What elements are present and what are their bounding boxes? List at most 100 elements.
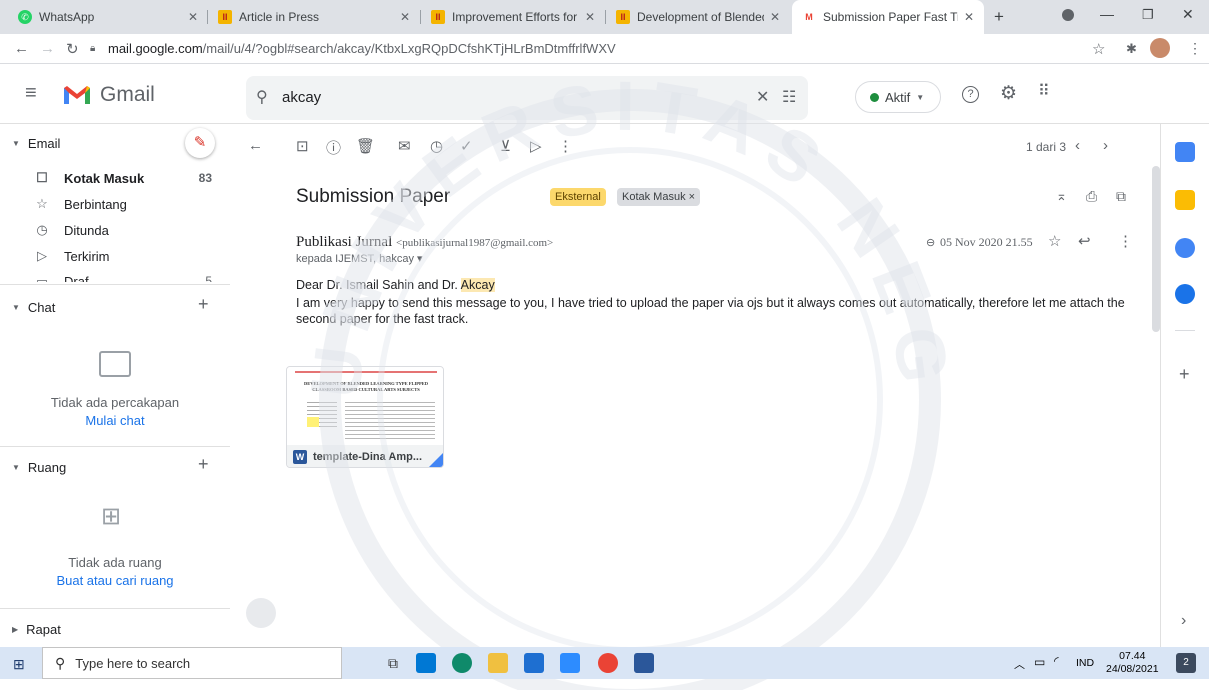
move-to-icon[interactable]: ⊻ bbox=[500, 137, 511, 155]
sidebar-item-starred[interactable]: ☆ Berbintang bbox=[32, 196, 212, 212]
avatar[interactable] bbox=[1150, 38, 1170, 58]
label-text: Kotak Masuk × bbox=[622, 191, 696, 203]
browser-tab-article-in-press[interactable]: II Article in Press ✕ bbox=[208, 0, 420, 34]
keep-icon[interactable] bbox=[1175, 190, 1195, 210]
recipients-dropdown[interactable]: kepada IJEMST, hakcay ▾ bbox=[296, 252, 423, 265]
close-tab-icon[interactable]: ✕ bbox=[585, 10, 595, 24]
apps-grid-icon[interactable]: ⠿ bbox=[1038, 81, 1050, 101]
wifi-icon[interactable]: ◜ bbox=[1054, 654, 1059, 668]
bookmark-star-icon[interactable]: ☆ bbox=[1092, 40, 1105, 58]
browser-menu-icon[interactable]: ⋮ bbox=[1188, 40, 1202, 57]
search-icon[interactable]: ⚲ bbox=[256, 87, 268, 107]
older-chevron-icon[interactable]: › bbox=[1103, 137, 1108, 154]
contacts-icon[interactable] bbox=[1175, 284, 1195, 304]
archive-icon[interactable]: ⊡ bbox=[296, 137, 309, 155]
sidebar-item-sent[interactable]: ▷ Terkirim bbox=[32, 248, 212, 264]
zoom-icon[interactable] bbox=[560, 653, 580, 673]
tasks-icon[interactable] bbox=[1175, 238, 1195, 258]
divider bbox=[1175, 330, 1195, 331]
add-room-icon[interactable]: + bbox=[198, 454, 209, 475]
profile-menu-icon[interactable] bbox=[1062, 9, 1074, 21]
close-tab-icon[interactable]: ✕ bbox=[964, 10, 974, 24]
show-side-panel-icon[interactable]: › bbox=[1181, 612, 1186, 630]
label-chip-eksternal[interactable]: Eksternal bbox=[550, 188, 606, 206]
browser-tab-whatsapp[interactable]: ✆ WhatsApp ✕ bbox=[8, 0, 208, 34]
reload-icon[interactable]: ↻ bbox=[66, 40, 79, 58]
calendar-icon[interactable] bbox=[1175, 142, 1195, 162]
sidebar-item-inbox[interactable]: ☐ Kotak Masuk 83 bbox=[32, 170, 212, 186]
label-icon[interactable]: ▷ bbox=[530, 137, 542, 155]
reply-icon[interactable]: ↩ bbox=[1078, 232, 1091, 250]
clock-time: 07.44 bbox=[1119, 650, 1146, 662]
compose-pencil-icon[interactable]: ✎ bbox=[185, 128, 215, 158]
sender-name[interactable]: Publikasi Jurnal bbox=[296, 234, 392, 250]
extensions-icon[interactable]: ✱ bbox=[1126, 41, 1137, 57]
clear-search-icon[interactable]: ✕ bbox=[756, 87, 769, 107]
help-icon[interactable]: ? bbox=[962, 86, 979, 103]
browser-tab-submission-paper[interactable]: M Submission Paper Fast Track ✕ bbox=[792, 0, 984, 34]
mail-app-icon[interactable] bbox=[416, 653, 436, 673]
url-field[interactable]: mail.google.com/mail/u/4/?ogbl#search/ak… bbox=[108, 41, 616, 56]
input-language[interactable]: IND bbox=[1076, 657, 1094, 669]
word-app-icon[interactable] bbox=[634, 653, 654, 673]
status-selector[interactable]: Aktif ▼ bbox=[855, 81, 941, 113]
attachment-card[interactable]: DEVELOPMENT OF BLENDED LEARNING TYPE FLI… bbox=[286, 366, 444, 468]
collapse-all-icon[interactable]: ⌅ bbox=[1056, 188, 1067, 204]
ijemst-icon: II bbox=[616, 10, 630, 24]
report-spam-icon[interactable]: ⓘ bbox=[326, 137, 341, 158]
store-icon[interactable] bbox=[524, 653, 544, 673]
back-arrow-icon[interactable]: ← bbox=[14, 40, 29, 57]
restore-icon[interactable]: ❐ bbox=[1142, 7, 1154, 23]
minimize-icon[interactable]: — bbox=[1100, 6, 1114, 22]
mark-unread-icon[interactable]: ✉ bbox=[398, 137, 411, 155]
add-task-icon[interactable]: ✓ bbox=[460, 137, 473, 155]
close-window-icon[interactable]: ✕ bbox=[1182, 6, 1194, 23]
browser-tab-improvement-efforts[interactable]: II Improvement Efforts for Stud ✕ bbox=[421, 0, 605, 34]
delete-icon[interactable]: 🗑︎ bbox=[356, 137, 375, 155]
search-input[interactable]: akcay bbox=[282, 89, 321, 106]
more-actions-icon[interactable]: ⋮ bbox=[558, 137, 573, 155]
notification-center-icon[interactable]: 2 bbox=[1176, 653, 1196, 673]
snooze-icon[interactable]: ◷ bbox=[430, 137, 443, 155]
new-tab-icon[interactable]: + bbox=[994, 7, 1004, 27]
browser-tab-development-blended[interactable]: II Development of Blended Lea ✕ bbox=[606, 0, 790, 34]
edge-icon[interactable] bbox=[452, 653, 472, 673]
close-tab-icon[interactable]: ✕ bbox=[400, 10, 410, 24]
newer-chevron-icon[interactable]: ‹ bbox=[1075, 137, 1080, 154]
message-more-icon[interactable]: ⋮ bbox=[1118, 232, 1133, 250]
get-addons-icon[interactable]: + bbox=[1179, 364, 1190, 385]
system-clock[interactable]: 07.44 24/08/2021 bbox=[1106, 650, 1159, 676]
attachment-name: template-Dina Amp... bbox=[313, 451, 422, 463]
chrome-icon[interactable] bbox=[598, 653, 618, 673]
start-chat-link[interactable]: Mulai chat bbox=[0, 413, 230, 428]
find-room-link[interactable]: Buat atau cari ruang bbox=[0, 573, 230, 588]
tray-chevron-icon[interactable]: ︿ bbox=[1014, 656, 1025, 672]
label-chip-inbox[interactable]: Kotak Masuk × bbox=[617, 188, 701, 206]
print-icon[interactable]: ⎙ bbox=[1086, 188, 1097, 205]
rooms-section-header[interactable]: ▼ Ruang bbox=[12, 460, 66, 475]
file-explorer-icon[interactable] bbox=[488, 653, 508, 673]
windows-start-icon[interactable]: ⊞ bbox=[13, 656, 25, 673]
back-to-list-icon[interactable]: ← bbox=[248, 137, 263, 154]
task-view-icon[interactable]: ⧉ bbox=[388, 655, 398, 672]
open-new-window-icon[interactable]: ⧉ bbox=[1116, 188, 1126, 205]
forward-arrow-icon[interactable]: → bbox=[40, 40, 55, 57]
email-greeting: Dear Dr. Ismail Sahin and Dr. Akcay bbox=[296, 278, 495, 292]
message-scrollbar[interactable] bbox=[1152, 166, 1160, 332]
settings-gear-icon[interactable]: ⚙ bbox=[1000, 82, 1017, 105]
close-tab-icon[interactable]: ✕ bbox=[188, 10, 198, 24]
sidebar-item-drafts[interactable]: ▭ Draf 5 bbox=[32, 274, 212, 282]
email-section-header[interactable]: ▼ Email bbox=[12, 136, 60, 151]
search-bar[interactable]: ⚲ akcay ✕ ☷ bbox=[246, 76, 808, 120]
battery-icon[interactable]: ▭ bbox=[1034, 655, 1045, 669]
main-menu-icon[interactable]: ≡ bbox=[25, 82, 37, 105]
sidebar-item-snoozed[interactable]: ◷ Ditunda bbox=[32, 222, 212, 238]
search-options-icon[interactable]: ☷ bbox=[782, 87, 796, 107]
taskbar-search[interactable]: ⚲ Type here to search bbox=[42, 647, 342, 679]
star-icon[interactable]: ☆ bbox=[1048, 232, 1061, 250]
chat-section-header[interactable]: ▼ Chat bbox=[12, 300, 55, 315]
gmail-logo-text[interactable]: Gmail bbox=[100, 83, 155, 107]
add-chat-icon[interactable]: + bbox=[198, 294, 209, 315]
meet-section-header[interactable]: ▶ Rapat bbox=[12, 622, 61, 637]
close-tab-icon[interactable]: ✕ bbox=[770, 10, 780, 24]
